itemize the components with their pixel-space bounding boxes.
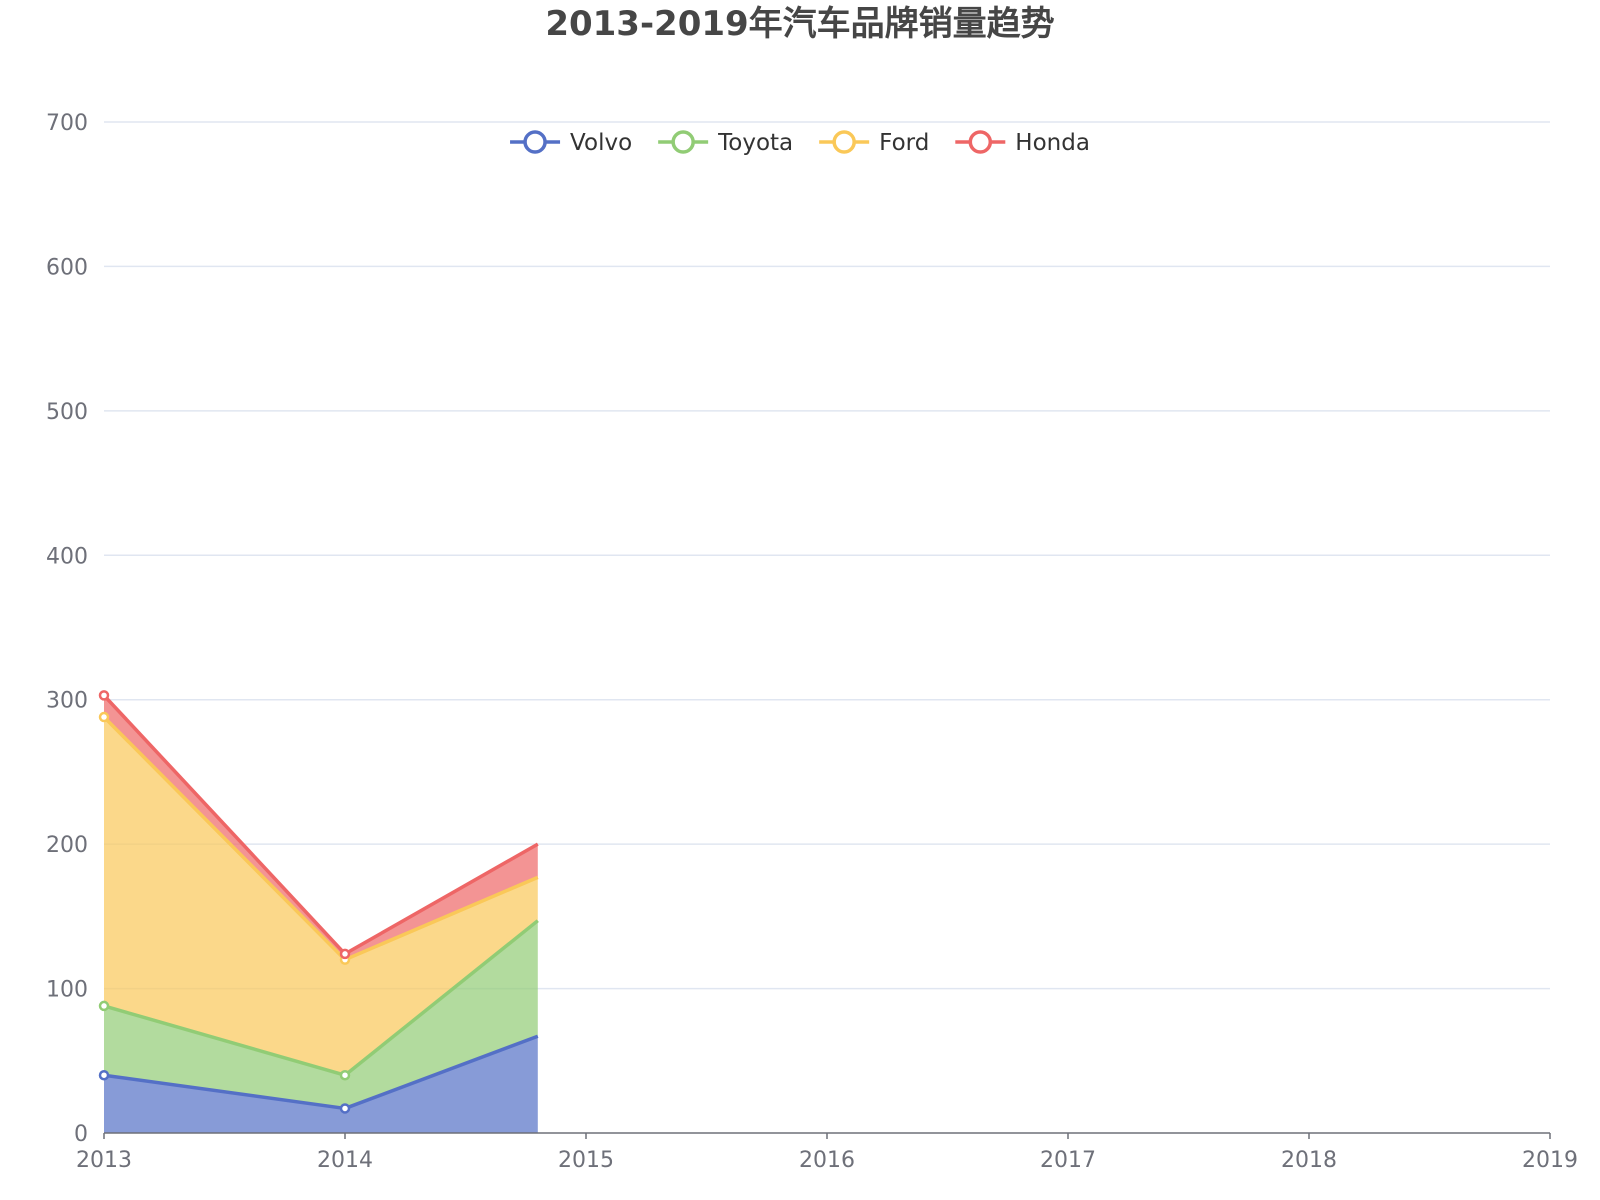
legend-label: Ford xyxy=(879,130,929,156)
x-tick-label: 2017 xyxy=(1040,1148,1096,1173)
legend[interactable]: Volvo Toyota Ford Honda xyxy=(510,130,1090,156)
y-tick-label: 700 xyxy=(46,111,88,136)
legend-label: Honda xyxy=(1015,130,1090,156)
legend-item-toyota[interactable]: Toyota xyxy=(658,130,793,156)
y-tick-label: 100 xyxy=(46,978,88,1003)
chart-canvas: 0 100 200 300 400 500 600 700 2013 2014 2015 2016 20… xyxy=(46,111,1578,1173)
y-tick-label: 200 xyxy=(46,833,88,858)
x-tick-label: 2016 xyxy=(799,1148,855,1173)
x-tick-label: 2015 xyxy=(558,1148,614,1173)
y-tick-label: 0 xyxy=(74,1122,88,1147)
x-tick-label: 2013 xyxy=(76,1148,132,1173)
x-tick-label: 2014 xyxy=(317,1148,373,1173)
y-tick-label: 600 xyxy=(46,255,88,280)
data-point-toyota[interactable] xyxy=(98,1000,110,1012)
data-point-volvo[interactable] xyxy=(339,1103,351,1114)
grid-layer xyxy=(104,121,1550,990)
legend-circle-icon xyxy=(968,130,993,154)
legend-label: Volvo xyxy=(570,130,632,156)
legend-item-honda[interactable]: Honda xyxy=(955,130,1090,156)
data-point-toyota[interactable] xyxy=(339,1069,351,1081)
legend-circle-icon xyxy=(523,130,547,154)
x-tick-label: 2018 xyxy=(1281,1148,1337,1173)
y-tick-label: 400 xyxy=(46,544,88,569)
y-tick-label: 300 xyxy=(46,689,88,714)
data-point-ford[interactable] xyxy=(98,711,110,723)
data-point-volvo[interactable] xyxy=(98,1069,110,1081)
legend-item-volvo[interactable]: Volvo xyxy=(510,130,632,156)
legend-circle-icon xyxy=(671,130,695,154)
data-point-honda[interactable] xyxy=(98,690,110,701)
y-tick-label: 500 xyxy=(46,400,88,425)
legend-circle-icon xyxy=(832,130,856,154)
legend-item-ford[interactable]: Ford xyxy=(819,130,929,156)
chart-container: 2013-2019年汽车品牌销量趋势 0 100 200 300 400 500 600 70… xyxy=(0,0,1600,1200)
x-tick-label: 2019 xyxy=(1522,1148,1578,1173)
legend-label: Toyota xyxy=(717,130,793,156)
data-point-honda[interactable] xyxy=(339,948,351,960)
